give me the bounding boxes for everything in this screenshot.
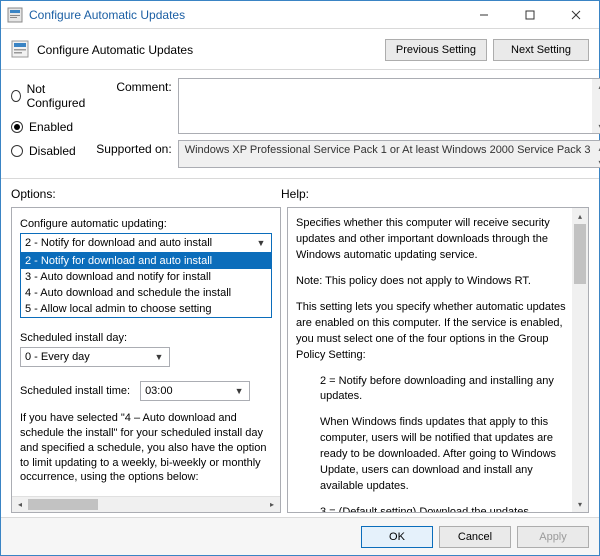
help-panel: Specifies whether this computer will rec… — [287, 207, 589, 513]
scheduled-time-dropdown[interactable]: 03:00 ▼ — [140, 381, 250, 401]
scheduled-day-label: Scheduled install day: — [20, 332, 272, 344]
radio-label: Not Configured — [27, 82, 88, 110]
scrollbar[interactable]: ▴▾ — [592, 79, 600, 133]
list-item[interactable]: 5 - Allow local admin to choose setting — [21, 301, 271, 317]
comment-label: Comment: — [88, 78, 178, 94]
window-title: Configure Automatic Updates — [29, 8, 461, 22]
scheduled-time-label: Scheduled install time: — [20, 385, 130, 397]
footer: OK Cancel Apply — [1, 517, 599, 555]
chevron-down-icon: ▼ — [231, 386, 247, 396]
options-heading: Options: — [11, 187, 281, 201]
dropdown-value: 0 - Every day — [25, 351, 151, 363]
scroll-down-icon[interactable]: ▾ — [572, 496, 588, 512]
radio-enabled[interactable]: Enabled — [11, 120, 88, 134]
radio-disabled[interactable]: Disabled — [11, 144, 88, 158]
scroll-left-icon[interactable]: ◂ — [12, 497, 28, 512]
radio-label: Enabled — [29, 120, 73, 134]
gpo-editor-window: Configure Automatic Updates Configure Au… — [0, 0, 600, 556]
vertical-scrollbar[interactable]: ▴ ▾ — [572, 208, 588, 512]
options-note: If you have selected "4 – Auto download … — [20, 411, 272, 485]
apply-button[interactable]: Apply — [517, 526, 589, 548]
configure-updating-listbox[interactable]: 2 - Notify for download and auto install… — [20, 253, 272, 318]
supported-on-field: Windows XP Professional Service Pack 1 o… — [178, 140, 600, 168]
ok-button[interactable]: OK — [361, 526, 433, 548]
help-heading: Help: — [281, 187, 589, 201]
scrollbar[interactable]: ▴▾ — [592, 141, 600, 167]
maximize-button[interactable] — [507, 1, 553, 28]
combobox-value: 2 - Notify for download and auto install — [25, 237, 253, 249]
list-item[interactable]: 4 - Auto download and schedule the insta… — [21, 285, 271, 301]
minimize-button[interactable] — [461, 1, 507, 28]
chevron-down-icon: ▼ — [151, 352, 167, 362]
radio-not-configured[interactable]: Not Configured — [11, 82, 88, 110]
list-item[interactable]: 3 - Auto download and notify for install — [21, 269, 271, 285]
scheduled-day-dropdown[interactable]: 0 - Every day ▼ — [20, 347, 170, 367]
dropdown-value: 03:00 — [145, 385, 231, 397]
titlebar[interactable]: Configure Automatic Updates — [1, 1, 599, 29]
comment-textarea[interactable]: ▴▾ — [178, 78, 600, 134]
header-row: Configure Automatic Updates Previous Set… — [1, 29, 599, 70]
chevron-down-icon: ▼ — [253, 238, 269, 248]
configure-updating-label: Configure automatic updating: — [20, 218, 272, 230]
options-panel: Configure automatic updating: 2 - Notify… — [11, 207, 281, 513]
next-setting-button[interactable]: Next Setting — [493, 39, 589, 61]
supported-on-value: Windows XP Professional Service Pack 1 o… — [185, 144, 591, 156]
configure-updating-combobox[interactable]: 2 - Notify for download and auto install… — [20, 233, 272, 253]
scroll-right-icon[interactable]: ▸ — [264, 497, 280, 512]
supported-label: Supported on: — [88, 140, 178, 156]
policy-title: Configure Automatic Updates — [37, 43, 379, 57]
cancel-button[interactable]: Cancel — [439, 526, 511, 548]
help-text: Specifies whether this computer will rec… — [288, 208, 572, 512]
radio-label: Disabled — [29, 144, 76, 158]
scroll-up-icon[interactable]: ▴ — [572, 208, 588, 224]
policy-icon — [11, 40, 29, 61]
close-button[interactable] — [553, 1, 599, 28]
policy-icon — [7, 7, 23, 23]
horizontal-scrollbar[interactable]: ◂ ▸ — [12, 496, 280, 512]
list-item[interactable]: 2 - Notify for download and auto install — [21, 253, 271, 269]
config-area: Not Configured Enabled Disabled Comment:… — [1, 70, 599, 179]
previous-setting-button[interactable]: Previous Setting — [385, 39, 487, 61]
